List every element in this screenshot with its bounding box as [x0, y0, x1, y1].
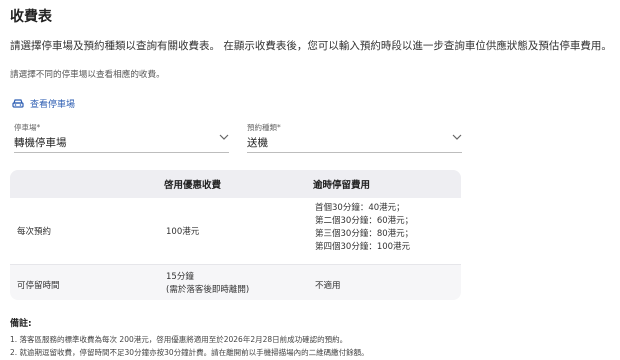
note-item: 2. 就逾期逗留收費，停留時間不足30分鐘亦按30分鐘計費。請在離開前以手機掃描…	[10, 348, 369, 357]
chevron-down-icon	[452, 134, 462, 140]
overtime-rate-line: 第四個30分鐘：100港元	[315, 242, 411, 252]
intro-text: 請選擇停車場及預約種類以查詢有關收費表。 在顯示收費表後，您可以輸入預約時段以進…	[10, 40, 612, 52]
view-carpark-link[interactable]: 查看停車場	[12, 97, 75, 110]
note-item: 1. 落客區服務的標準收費為每次 200港元，啓用優惠將適用至於2026年2月2…	[10, 335, 348, 344]
stay-time-duration: 15分鐘	[166, 272, 194, 282]
view-carpark-label: 查看停車場	[30, 100, 76, 110]
page-title: 收費表	[10, 9, 52, 25]
overtime-rate-line: 第二個30分鐘：60港元；	[315, 216, 414, 226]
overtime-rates: 首個30分鐘：40港元； 第二個30分鐘：60港元； 第三個30分鐘：80港元；…	[315, 202, 413, 254]
booking-type-select-label: 預約種類*	[247, 123, 281, 132]
chevron-down-icon	[219, 134, 229, 140]
overtime-rate-line: 首個30分鐘：40港元；	[315, 203, 405, 213]
row-divider	[10, 264, 461, 265]
booking-type-select-value: 送機	[247, 137, 268, 149]
carpark-select-value: 轉機停車場	[14, 137, 67, 149]
row-overtime-stay-time: 不適用	[315, 281, 341, 291]
booking-type-select[interactable]: 預約種類* 送機	[247, 122, 462, 153]
carpark-select[interactable]: 停車場* 轉機停車場	[14, 122, 229, 153]
fee-table: 啓用優惠收費 逾時停留費用 每次預約 100港元 首個30分鐘：40港元； 第二…	[10, 170, 461, 300]
subtitle-text: 請選擇不同的停車場以查看相應的收費。	[10, 70, 165, 80]
header-discount: 啓用優惠收費	[164, 180, 222, 191]
notes-title: 備註:	[10, 319, 32, 329]
stay-time-note: (需於落客後即時離開)	[166, 285, 250, 295]
overtime-rate-line: 第三個30分鐘：80港元；	[315, 229, 414, 239]
row-name-stay-time: 可停留時間	[17, 281, 60, 291]
row-name-per-booking: 每次預約	[17, 227, 52, 237]
car-icon	[12, 99, 24, 108]
row-discount-per-booking: 100港元	[166, 227, 200, 237]
header-overtime: 逾時停留費用	[313, 180, 371, 191]
stay-time-value: 15分鐘 (需於落客後即時離開)	[166, 271, 249, 297]
carpark-select-label: 停車場*	[14, 123, 41, 132]
table-header: 啓用優惠收費 逾時停留費用	[10, 170, 461, 198]
